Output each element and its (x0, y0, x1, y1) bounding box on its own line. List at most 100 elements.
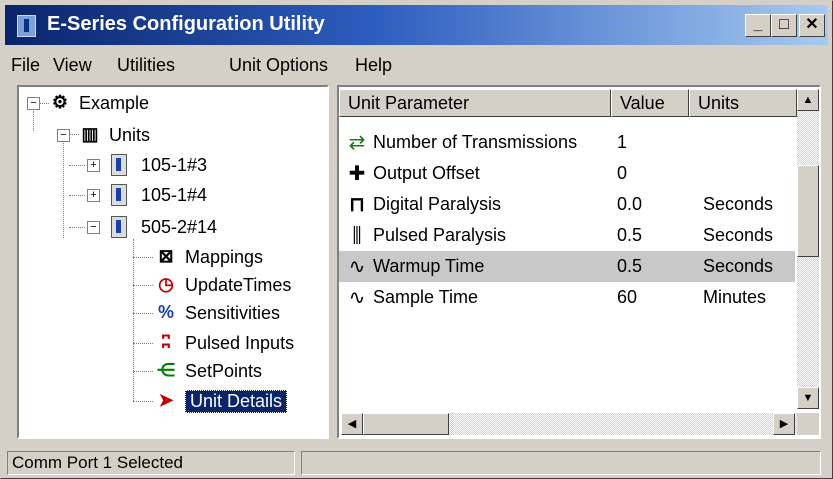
row-value: 1 (617, 132, 628, 152)
tree-item-unit-505-2-14[interactable]: 505-2#14 (111, 215, 217, 239)
tree-item-label: Example (79, 92, 150, 113)
transmissions-icon: ⇄ (348, 132, 366, 154)
scroll-right-button[interactable]: ▶ (773, 413, 795, 435)
row-units: Seconds (703, 194, 774, 214)
tree-view[interactable]: − ⚙ Example − ▥ Units + 105-1#3 + 105-1#… (17, 85, 329, 439)
scroll-left-button[interactable]: ◀ (341, 413, 363, 435)
status-text: Comm Port 1 Selected (7, 451, 295, 475)
tree-line (69, 165, 85, 166)
scroll-corner (797, 413, 819, 435)
expand-toggle[interactable]: + (87, 159, 100, 172)
row-parameter: Digital Paralysis (373, 194, 502, 214)
row-value: 0.0 (617, 194, 643, 214)
vertical-scrollbar[interactable]: ▲ ▼ (797, 89, 819, 409)
collapse-toggle[interactable]: − (57, 129, 70, 142)
scroll-down-button[interactable]: ▼ (797, 387, 819, 409)
pulsed-wave-icon: ⫼ (352, 225, 362, 247)
list-row[interactable]: ⊓ Digital Paralysis 0.0 Seconds (339, 189, 795, 220)
tree-item-label: 505-2#14 (141, 216, 218, 237)
maximize-button[interactable]: □ (771, 14, 797, 37)
menu-help[interactable]: Help (355, 55, 392, 76)
menu-file[interactable]: File (11, 55, 40, 76)
expand-toggle[interactable]: + (87, 189, 100, 202)
tree-item-unit-105-1-4[interactable]: 105-1#4 (111, 183, 207, 207)
tree-item-update-times[interactable]: ◷ UpdateTimes (153, 273, 291, 297)
row-parameter: Pulsed Paralysis (373, 225, 507, 245)
app-icon[interactable] (17, 15, 36, 37)
unit-device-icon (111, 216, 127, 238)
digital-pulse-icon: ⊓ (349, 194, 365, 216)
gears-icon: ⚙ (51, 92, 69, 112)
close-button[interactable]: ✕ (799, 14, 825, 37)
tree-item-unit-details[interactable]: ➤ Unit Details (153, 389, 288, 413)
tree-item-setpoints[interactable]: ⋲ SetPoints (153, 359, 262, 383)
list-row[interactable]: ∿ Sample Time 60 Minutes (339, 282, 795, 313)
list-row-selected[interactable]: ∿ Warmup Time 0.5 Seconds (339, 251, 795, 282)
arrow-pointer-icon: ➤ (158, 390, 174, 410)
window-title: E-Series Configuration Utility (47, 13, 325, 35)
tree-item-label: 105-1#4 (141, 184, 208, 205)
unit-device-icon (111, 184, 127, 206)
tree-item-unit-105-1-3[interactable]: 105-1#3 (111, 153, 207, 177)
row-value: 0.5 (617, 256, 643, 276)
row-value: 0 (617, 163, 628, 183)
units-rack-icon: ▥ (81, 124, 99, 144)
tree-item-units[interactable]: ▥ Units (77, 123, 150, 147)
parameter-list[interactable]: Unit Parameter Value Units ⇄ Number of T… (337, 85, 821, 439)
row-parameter: Number of Transmissions (373, 132, 578, 152)
sine-wave-icon: ∿ (348, 287, 366, 309)
unit-device-icon (111, 154, 127, 176)
tree-item-pulsed-inputs[interactable]: ʭ Pulsed Inputs (153, 331, 294, 355)
column-header-parameter[interactable]: Unit Parameter (339, 89, 611, 117)
tree-item-label: 105-1#3 (141, 154, 208, 175)
menu-view[interactable]: View (53, 55, 92, 76)
horizontal-scroll-thumb[interactable] (363, 413, 449, 435)
tree-item-label: Units (109, 124, 151, 145)
collapse-toggle[interactable]: − (27, 97, 40, 110)
vertical-scroll-thumb[interactable] (797, 165, 819, 257)
row-parameter: Output Offset (373, 163, 480, 183)
menu-unit-options[interactable]: Unit Options (229, 55, 328, 76)
horizontal-scrollbar[interactable]: ◀ ▶ (341, 413, 797, 435)
tree-item-sensitivities[interactable]: % Sensitivities (153, 301, 280, 325)
scroll-up-button[interactable]: ▲ (797, 89, 819, 111)
setpoints-icon: ⋲ (157, 360, 175, 380)
column-header-units[interactable]: Units (689, 89, 797, 117)
tree-line (69, 195, 85, 196)
tree-item-mappings[interactable]: ⊠ Mappings (153, 245, 263, 269)
tree-line (133, 285, 153, 286)
menu-utilities[interactable]: Utilities (117, 55, 175, 76)
mappings-icon: ⊠ (158, 246, 174, 266)
plus-offset-icon: ✚ (348, 163, 366, 185)
title-bar[interactable]: E-Series Configuration Utility _ □ ✕ (5, 5, 828, 45)
pulsed-inputs-icon: ʭ (160, 332, 172, 352)
row-value: 60 (617, 287, 638, 307)
row-units: Seconds (703, 256, 774, 276)
minimize-button[interactable]: _ (745, 14, 771, 37)
list-row[interactable]: ⇄ Number of Transmissions 1 (339, 127, 795, 158)
tree-line (63, 143, 64, 238)
collapse-toggle[interactable]: − (87, 221, 100, 234)
tree-line (133, 257, 153, 258)
row-units: Minutes (703, 287, 767, 307)
sine-wave-icon: ∿ (348, 256, 366, 278)
tree-item-example[interactable]: ⚙ Example (47, 91, 149, 115)
status-panel-secondary (301, 451, 821, 475)
tree-line (33, 111, 34, 131)
column-header-value[interactable]: Value (611, 89, 689, 117)
percent-icon: % (157, 302, 174, 322)
list-row[interactable]: ⫼ Pulsed Paralysis 0.5 Seconds (339, 220, 795, 251)
row-parameter: Warmup Time (373, 256, 485, 276)
tree-item-label: Mappings (185, 246, 264, 267)
list-row[interactable]: ✚ Output Offset 0 (339, 158, 795, 189)
menu-bar: File View Utilities Unit Options Help (5, 47, 828, 83)
row-parameter: Sample Time (373, 287, 479, 307)
tree-line (133, 401, 153, 402)
tree-item-label: Unit Details (185, 389, 288, 413)
tree-item-label: UpdateTimes (185, 274, 292, 295)
tree-line (133, 313, 153, 314)
main-window: E-Series Configuration Utility _ □ ✕ Fil… (0, 0, 833, 479)
tree-line (133, 239, 134, 401)
tree-item-label: Sensitivities (185, 302, 281, 323)
tree-item-label: SetPoints (185, 360, 263, 381)
